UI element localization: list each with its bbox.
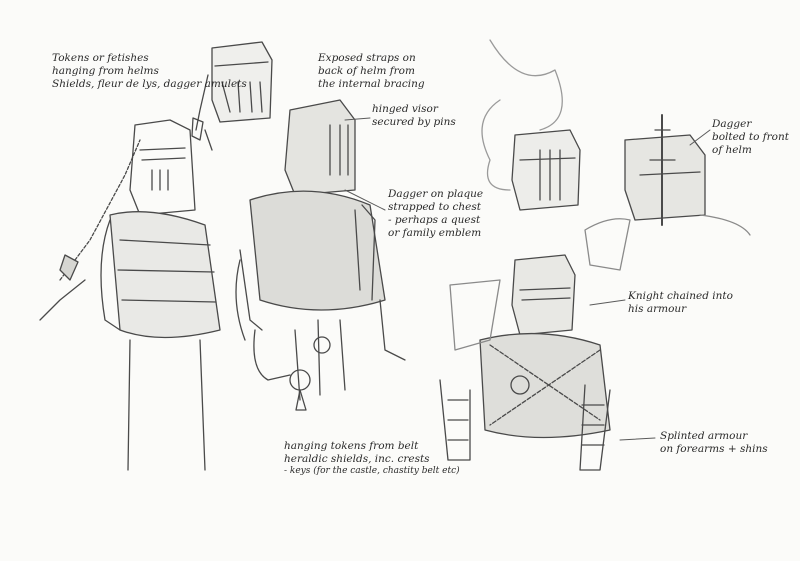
note-line: or family emblem xyxy=(388,227,482,239)
note-line: bolted to front xyxy=(712,131,789,143)
note-line: Tokens or fetishes xyxy=(52,52,149,64)
note-exposed-straps: Exposed straps on back of helm from the … xyxy=(318,52,425,91)
note-line: Exposed straps on xyxy=(318,52,416,64)
note-helm-tokens: Tokens or fetishes hanging from helms Sh… xyxy=(52,52,247,91)
note-line: hinged visor xyxy=(372,103,438,115)
note-line: hanging tokens from belt xyxy=(284,440,419,452)
note-line: - perhaps a quest xyxy=(388,214,481,226)
note-line: hanging from helms xyxy=(52,65,159,77)
note-line: heraldic shields, inc. crests xyxy=(284,453,430,465)
note-dagger-plaque: Dagger on plaque strapped to chest - per… xyxy=(388,188,483,240)
knight-with-helm-tokens-sketch xyxy=(39,119,221,471)
knight-chained-in-armour-sketch xyxy=(439,254,611,471)
note-line: on forearms + shins xyxy=(660,443,768,455)
note-line: - keys (for the castle, chastity belt et… xyxy=(284,466,460,476)
note-line: secured by pins xyxy=(372,116,456,128)
concept-sketch-sheet: Tokens or fetishes hanging from helms Sh… xyxy=(0,0,800,561)
note-line: Dagger xyxy=(712,118,752,130)
note-dagger-helm: Dagger bolted to front of helm xyxy=(712,118,789,157)
note-line: Dagger on plaque xyxy=(388,188,484,200)
note-line: Knight chained into xyxy=(628,290,733,302)
note-splinted-armour: Splinted armour on forearms + shins xyxy=(660,430,768,456)
note-line: strapped to chest xyxy=(388,201,481,213)
note-line: Shields, fleur de lys, dagger amulets xyxy=(52,78,247,90)
note-line: of helm xyxy=(712,144,752,156)
knight-back-view-with-keys-sketch xyxy=(235,99,406,411)
note-line: his armour xyxy=(628,303,687,315)
note-line: Splinted armour xyxy=(660,430,748,442)
note-knight-chained: Knight chained into his armour xyxy=(628,290,733,316)
note-line: the internal bracing xyxy=(318,78,425,90)
note-line: back of helm from xyxy=(318,65,415,77)
note-belt-tokens: hanging tokens from belt heraldic shield… xyxy=(284,440,460,477)
helm-with-crest-sketch xyxy=(481,39,581,211)
note-hinged-visor: hinged visor secured by pins xyxy=(372,103,456,129)
